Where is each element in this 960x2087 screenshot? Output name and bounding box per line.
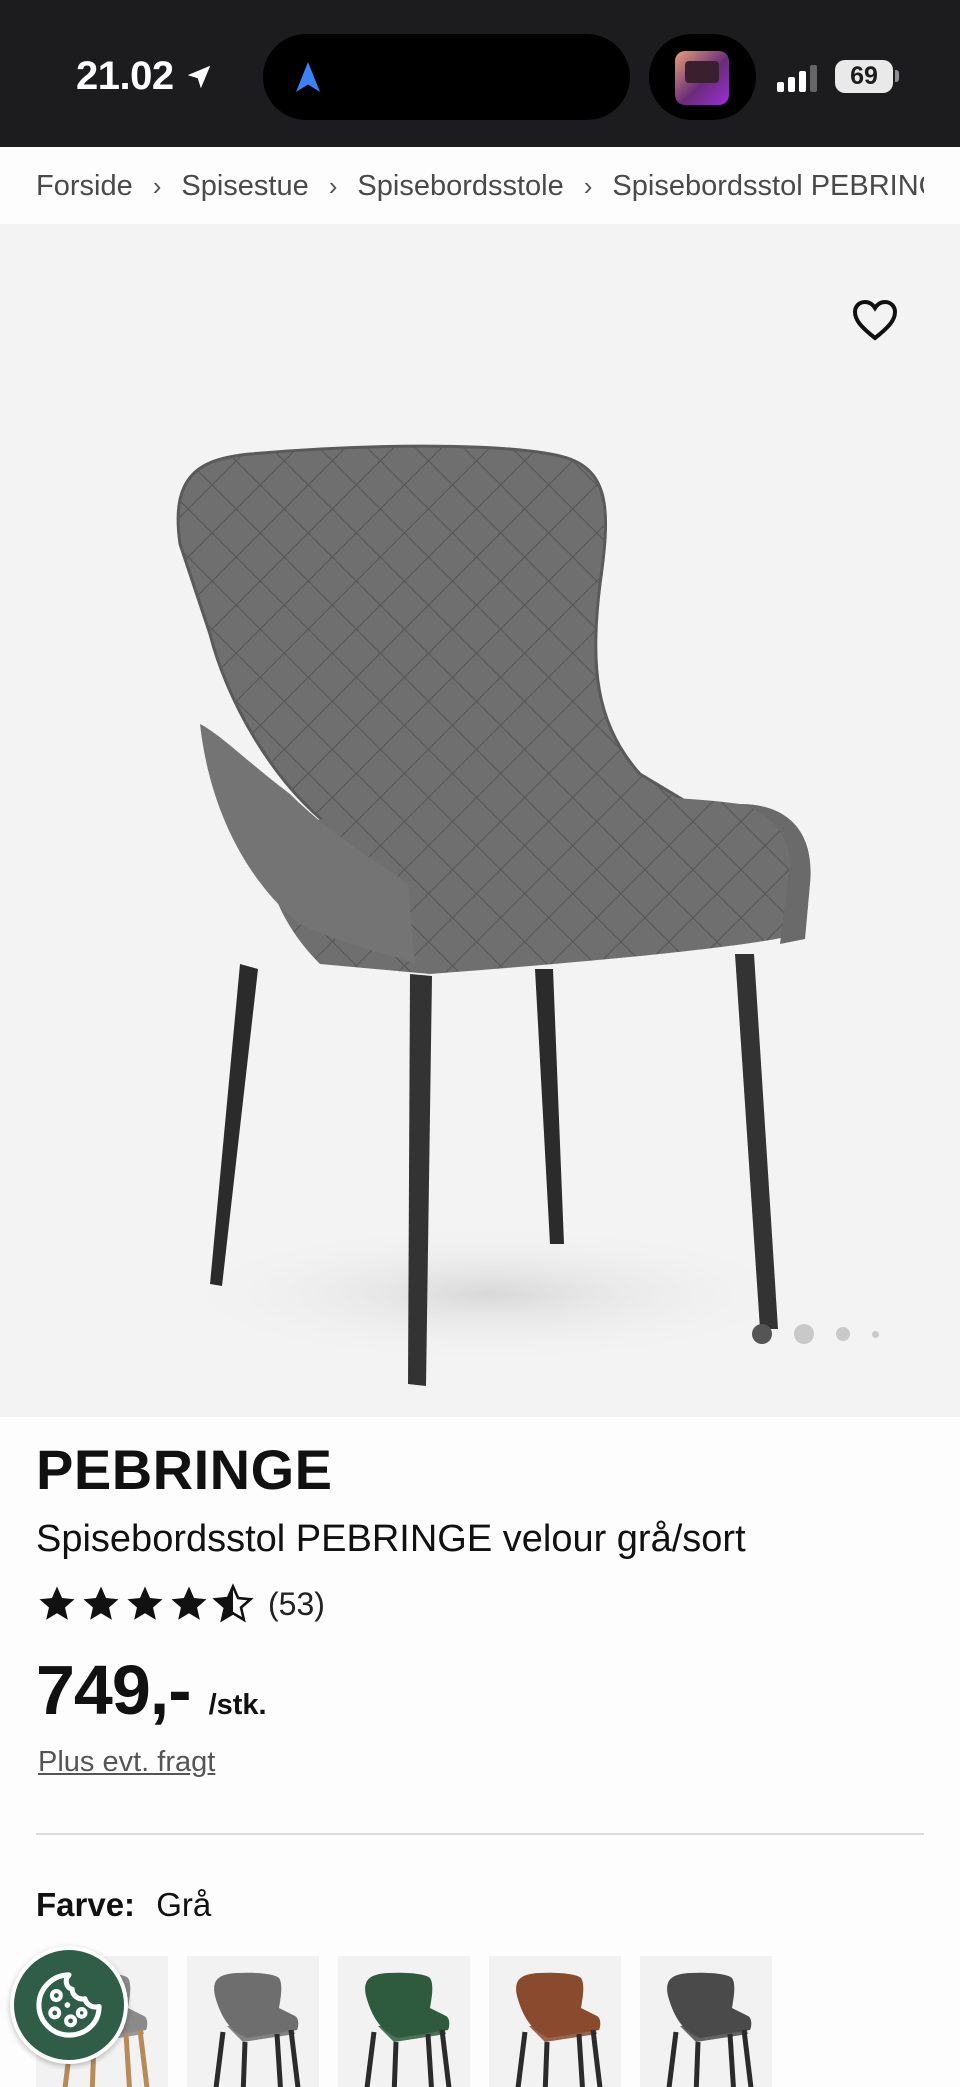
color-label: Farve: Grå [36, 1886, 211, 1924]
battery-icon: 69 [835, 60, 893, 93]
chair-thumbnail-icon [364, 1972, 452, 2087]
breadcrumb-item-current[interactable]: Spisebordsstol PEBRINGE [612, 170, 924, 203]
cookie-icon [36, 1972, 102, 2038]
live-activity[interactable] [649, 34, 756, 120]
battery-tip [895, 70, 899, 82]
shipping-link[interactable]: Plus evt. fragt [38, 1746, 215, 1779]
color-label-title: Farve: [36, 1886, 136, 1923]
breadcrumb-item-spisestue[interactable]: Spisestue [181, 170, 308, 203]
review-count: (53) [268, 1585, 325, 1622]
chevron-right-icon: › [583, 170, 593, 201]
status-time: 21.02 [76, 54, 214, 99]
status-time-text: 21.02 [76, 54, 174, 98]
heart-icon[interactable] [851, 296, 899, 342]
color-swatch[interactable] [187, 1956, 319, 2087]
color-swatch[interactable] [489, 1956, 621, 2087]
status-bar: 21.02 69 [0, 0, 960, 147]
star-full-icon [171, 1586, 207, 1620]
live-activity-avatar [675, 51, 729, 105]
chevron-right-icon: › [152, 170, 162, 201]
color-swatch[interactable] [640, 1956, 772, 2087]
cookie-settings-button[interactable] [10, 1946, 128, 2064]
breadcrumb: Forside › Spisestue › Spisebordsstole › … [36, 148, 924, 224]
product-rating[interactable]: (53) [36, 1583, 325, 1625]
gallery-dot-3[interactable] [836, 1327, 850, 1341]
chevron-right-icon: › [328, 170, 338, 201]
divider [36, 1833, 924, 1835]
gallery-dot-2[interactable] [794, 1324, 814, 1344]
chair-thumbnail-icon [666, 1972, 754, 2087]
star-full-icon [39, 1586, 75, 1620]
star-full-icon [83, 1586, 119, 1620]
chair-thumbnail-icon [213, 1972, 301, 2087]
gallery-pagination [752, 1324, 879, 1344]
color-swatch[interactable] [338, 1956, 470, 2087]
gallery-dot-1[interactable] [752, 1324, 772, 1344]
gallery-dot-4[interactable] [872, 1330, 879, 1338]
chair-thumbnail-icon [515, 1972, 603, 2087]
product-image-gallery[interactable] [0, 224, 960, 1417]
navigation-arrow-icon [296, 62, 320, 92]
star-half-icon [212, 1583, 254, 1623]
color-label-value: Grå [156, 1886, 212, 1923]
product-brand: PEBRINGE [36, 1438, 333, 1501]
color-swatches [36, 1956, 772, 2087]
location-arrow-icon [187, 65, 210, 88]
product-image [170, 444, 811, 1386]
battery-level: 69 [850, 62, 878, 90]
price-unit: /stk. [208, 1689, 267, 1721]
dynamic-island[interactable] [263, 34, 630, 120]
breadcrumb-item-forside[interactable]: Forside [36, 170, 133, 203]
product-title: Spisebordsstol PEBRINGE velour grå/sort [36, 1518, 746, 1560]
cellular-signal-icon [777, 64, 817, 92]
breadcrumb-item-spisebordsstole[interactable]: Spisebordsstole [357, 170, 563, 203]
star-full-icon [127, 1586, 163, 1620]
price-row: 749,- /stk. [36, 1650, 267, 1730]
product-price: 749,- [36, 1651, 192, 1729]
rating-stars [36, 1583, 254, 1625]
